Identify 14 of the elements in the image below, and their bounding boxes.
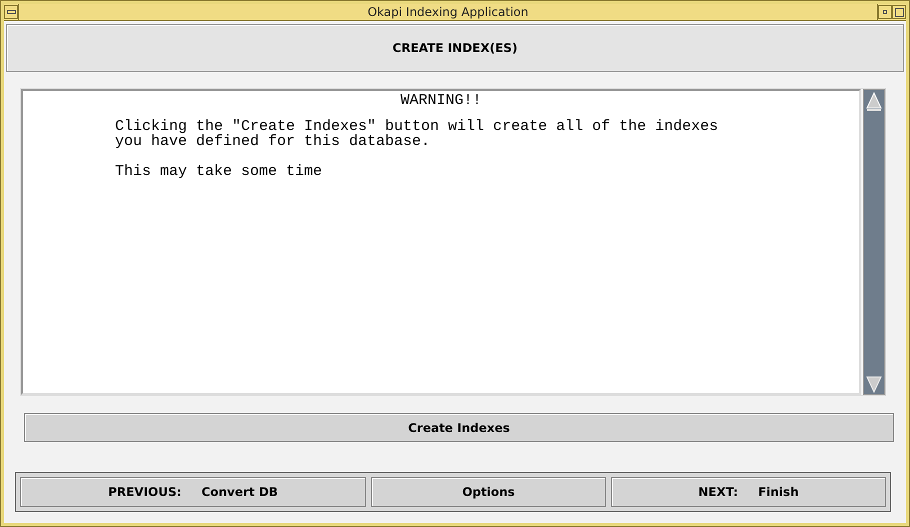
minimize-button[interactable]: [878, 5, 892, 19]
window-menu-button[interactable]: [4, 5, 18, 19]
message-text: Clicking the "Create Indexes" button will create all of the indexes you have defined for this database.: [115, 119, 718, 149]
create-indexes-button[interactable]: Create Indexes: [24, 413, 894, 442]
scroll-up-icon[interactable]: [866, 91, 882, 111]
warning-heading: WARNING!!: [399, 92, 482, 109]
maximize-button[interactable]: [892, 5, 906, 19]
scroll-down-icon[interactable]: [866, 376, 882, 393]
scrollbar[interactable]: [863, 89, 885, 395]
nav-button[interactable]: Options: [371, 477, 606, 507]
nav-button[interactable]: PREVIOUS: Convert DB: [20, 477, 366, 507]
message-text: This may take some time: [115, 164, 322, 179]
nav-button[interactable]: NEXT: Finish: [611, 477, 886, 507]
page-title: CREATE INDEX(ES): [392, 41, 518, 55]
